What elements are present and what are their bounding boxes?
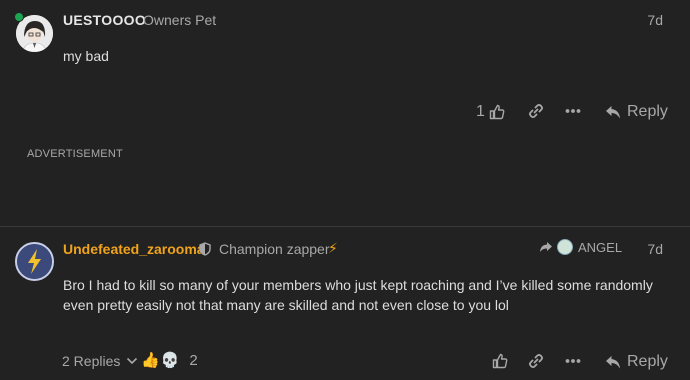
post-date[interactable]: 7d [647, 12, 663, 28]
link-icon [529, 354, 543, 368]
reply-label: Reply [627, 103, 668, 120]
reactions-summary[interactable]: 👍 💀 2 [141, 351, 198, 370]
post-body: Bro I had to kill so many of your member… [63, 277, 653, 313]
like-button[interactable]: 1 [476, 103, 505, 121]
moderator-shield-icon [199, 242, 211, 256]
post-undefeated-zarooma: Undefeated_zarooma Champion zapper ⚡ ANG… [0, 226, 690, 380]
skull-reaction-icon: 💀 [160, 352, 180, 369]
advertisement-label: ADVERTISEMENT [27, 148, 123, 160]
reply-to-username: ANGEL [578, 239, 623, 255]
lightning-emoji: ⚡ [328, 240, 338, 256]
post-uestoooo: UESTOOOO Owners Pet 7d my bad 1 Reply [0, 0, 690, 150]
thumbs-up-icon [492, 353, 508, 369]
replies-count-label: 2 Replies [62, 353, 121, 369]
ellipsis-icon [565, 359, 581, 363]
reply-arrow-icon [606, 105, 620, 118]
replies-toggle[interactable]: 2 Replies [62, 353, 138, 369]
like-button[interactable] [492, 353, 508, 369]
thumbs-up-reaction-icon: 👍 [141, 352, 160, 369]
more-options-button[interactable] [565, 105, 581, 117]
share-arrow-icon [540, 242, 552, 252]
share-link-button[interactable] [528, 353, 544, 369]
share-link-button[interactable] [528, 103, 544, 119]
more-options-button[interactable] [565, 355, 581, 367]
reply-arrow-icon [606, 355, 620, 368]
post-date[interactable]: 7d [647, 241, 663, 257]
online-indicator [14, 12, 24, 22]
reply-label: Reply [627, 353, 668, 370]
reply-button[interactable]: Reply [605, 353, 668, 371]
ellipsis-icon [565, 109, 581, 113]
user-title: Owners Pet [143, 12, 217, 28]
post-body: my bad [63, 48, 109, 64]
reply-to-indicator[interactable]: ANGEL [539, 239, 622, 255]
reaction-count: 2 [189, 351, 198, 369]
avatar[interactable] [15, 242, 54, 281]
username[interactable]: Undefeated_zarooma [63, 241, 205, 257]
user-title: Champion zapper [219, 241, 330, 257]
chevron-down-icon [127, 357, 138, 365]
like-count: 1 [476, 103, 485, 120]
advertisement-slot: ADVERTISEMENT [0, 140, 690, 226]
lightning-avatar-icon [17, 244, 52, 279]
thumbs-up-icon [489, 104, 505, 120]
reply-to-avatar [557, 239, 573, 255]
reply-button[interactable]: Reply [605, 103, 668, 121]
username[interactable]: UESTOOOO [63, 12, 146, 28]
link-icon [529, 104, 543, 118]
